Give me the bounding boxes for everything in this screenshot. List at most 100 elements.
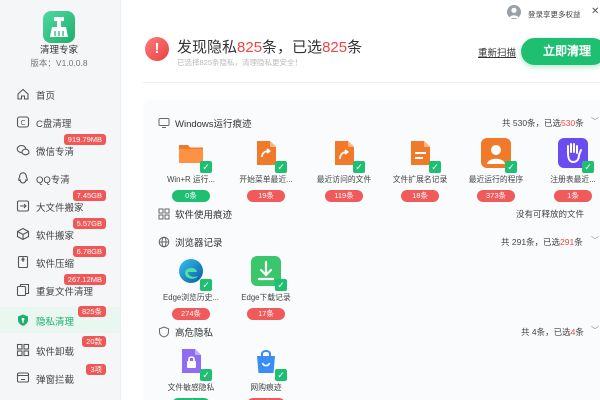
privacy-item-recent-files[interactable]: ✓ 最近访问的文件 119条 [308,138,380,203]
checkbox-checked-icon[interactable]: ✓ [200,369,212,381]
app-name: 清理专家 [39,45,78,56]
sidebar-item-label: QQ专清 [36,175,70,186]
selected-suffix: 条 [575,327,584,337]
sidebar-item-compress[interactable]: 软件压缩 6.78GB [0,246,120,275]
sidebar-item-home[interactable]: 首页 [0,81,120,107]
summary-suffix: 条 [347,39,363,56]
item-count-badge: 1条 [554,190,592,202]
item-count-badge: 119条 [325,190,363,202]
privacy-item-recent-programs[interactable]: ✓ 最近运行的程序 373条 [460,138,532,203]
checkbox-checked-icon[interactable]: ✓ [505,161,517,173]
item-label: Win+R 运行... [167,175,215,184]
sidebar-item-duplicate-clean[interactable]: 重复文件清理 267.12MB [0,274,120,303]
count-badge: 3项 [86,364,106,375]
size-badge: 267.12MB [63,274,106,285]
sidebar-item-privacy-clean[interactable]: 隐私清理 825条 [0,306,120,333]
sidebar-item-label: 软件压缩 [36,259,75,270]
globe-icon [158,236,170,248]
privacy-item-sensitive-file[interactable]: ✓ 文件敏感隐私 0条 [155,346,227,400]
sidebar-item-wechat[interactable]: 微信专清 919.79MB [0,134,120,163]
close-icon[interactable]: ✕ [591,6,599,17]
header-divider [143,82,600,83]
privacy-item-start-menu[interactable]: ✓ 开始菜单最近... 19条 [230,138,302,203]
checkbox-checked-icon[interactable]: ✓ [200,161,212,173]
recent-file-icon: ✓ [329,138,365,173]
item-label: Edge下载记录 [241,293,291,302]
sidebar-item-label: C盘清理 [36,119,72,130]
sidebar-item-big-file-move[interactable]: 大文件搬家 7.45GB [0,190,120,219]
file-extension-icon: ✓ [405,138,441,173]
item-label: 注册表最近... [550,175,596,184]
uninstall-icon [16,343,30,357]
summary-prefix: 发现隐私 [177,39,238,56]
privacy-item-win-r[interactable]: ✓ Win+R 运行... 0条 [155,138,227,203]
sidebar-item-software-move[interactable]: 软件搬家 5.57GB [0,218,120,247]
item-label: 网购痕迹 [250,383,282,392]
checkbox-checked-icon[interactable]: ✓ [582,161,594,173]
home-icon [17,88,29,100]
total-prefix: 共 291条，已选 [501,237,561,247]
section-software-title[interactable]: 软件使用痕迹 [158,207,232,221]
recent-program-icon: ✓ [481,138,517,173]
checkbox-checked-icon[interactable]: ✓ [429,161,441,173]
sidebar-item-qq[interactable]: QQ专清 [0,165,120,191]
total-prefix: 共 4条，已选 [521,327,571,337]
clean-now-button[interactable]: 立即清理 [521,38,600,65]
user-avatar-icon[interactable] [507,5,521,19]
selected-suffix: 条 [574,237,583,247]
sidebar: 清理专家 版本：V1.0.0.8 首页 C C盘清理 微信专清 919.79MB… [0,0,121,400]
checkbox-checked-icon[interactable]: ✓ [200,279,212,291]
sidebar-item-label: 隐私清理 [36,317,75,328]
section-browser-title[interactable]: 浏览器记录 [158,235,223,249]
section-title-text: 浏览器记录 [175,238,223,249]
item-count-badge: 18条 [401,190,439,202]
folder-run-icon: ✓ [176,138,212,173]
sidebar-item-label: 弹窗拦截 [36,375,75,386]
item-label: 文件扩展名记录 [392,175,448,184]
start-menu-recent-icon: ✓ [251,138,287,173]
item-count-badge: 274条 [172,308,210,320]
warning-icon: ! [145,37,169,61]
sidebar-item-uninstall[interactable]: 软件卸载 20款 [0,336,120,363]
item-label: 开始菜单最近... [239,175,293,184]
selected-suffix: 条 [575,118,584,128]
sidebar-item-label: 大文件搬家 [36,203,84,214]
sidebar-item-popup-block[interactable]: 弹窗拦截 3项 [0,364,120,391]
selected-number: 530 [561,118,576,128]
chevron-down-icon[interactable]: ﹀ [591,116,599,127]
section-software-status: 没有可释放的文件 [516,209,585,219]
duplicate-file-icon [16,283,30,297]
sidebar-item-label: 重复文件清理 [36,287,94,298]
sidebar-item-label: 软件卸载 [36,347,75,358]
privacy-item-edge-history[interactable]: ✓ Edge浏览历史... 274条 [155,256,227,321]
privacy-item-file-extension[interactable]: ✓ 文件扩展名记录 18条 [384,138,456,203]
app-version: 版本：V1.0.0.8 [30,58,88,68]
total-prefix: 共 530条，已选 [502,118,562,128]
privacy-summary: 发现隐私825条，已选825条 [177,36,362,57]
selected-count: 825 [322,39,348,56]
sensitive-file-icon: ✓ [176,346,212,381]
item-label: 文件敏感隐私 [167,383,215,392]
login-benefits-link[interactable]: 登录享更多权益 [528,9,581,20]
checkbox-checked-icon[interactable]: ✓ [275,279,287,291]
sidebar-item-c-drive[interactable]: C C盘清理 [0,109,120,135]
privacy-item-edge-downloads[interactable]: ✓ Edge下载记录 17条 [230,256,302,321]
item-count-badge: 0条 [172,190,210,202]
rescan-link[interactable]: 重新扫描 [478,45,516,59]
section-windows-title[interactable]: Windows运行痕迹 [158,116,252,130]
checkbox-checked-icon[interactable]: ✓ [275,369,287,381]
chevron-down-icon[interactable]: ﹀ [591,235,599,246]
found-count: 825 [237,39,263,56]
section-danger-title[interactable]: 高危隐私 [158,325,213,339]
svg-text:C: C [21,119,26,127]
size-badge: 919.79MB [63,134,106,145]
privacy-item-registry[interactable]: ✓ 注册表最近... 1条 [537,138,600,203]
chevron-down-icon[interactable]: ﹀ [591,325,599,336]
wechat-icon [16,144,30,156]
privacy-item-shopping[interactable]: ✓ 网购痕迹 4条 [230,346,302,400]
section-title-text: 软件使用痕迹 [175,210,233,221]
item-count-badge: 373条 [477,190,515,202]
checkbox-checked-icon[interactable]: ✓ [275,161,287,173]
sidebar-item-label: 微信专清 [36,147,75,158]
checkbox-checked-icon[interactable]: ✓ [353,161,365,173]
